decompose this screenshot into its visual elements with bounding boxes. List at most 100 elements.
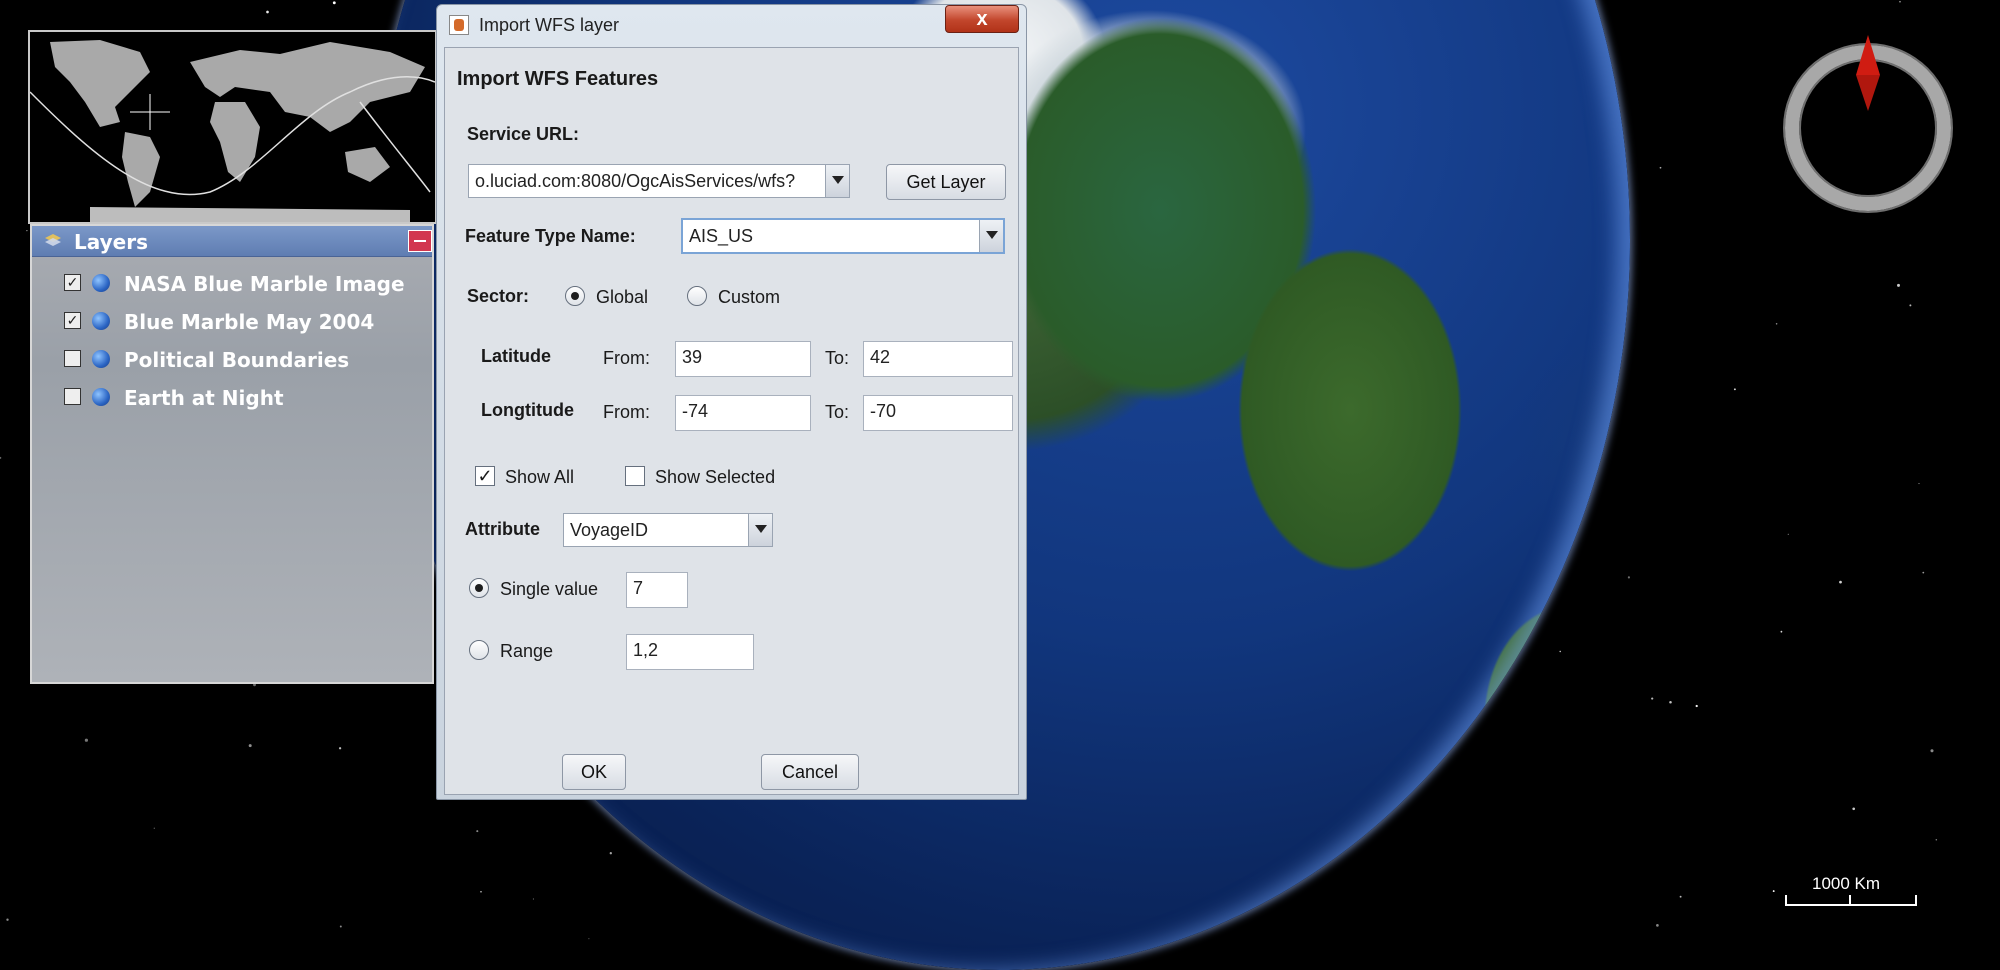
layers-panel: Layers ✓ NASA Blue Marble Image ✓ Blue M… xyxy=(30,224,434,684)
service-url-combo[interactable]: o.luciad.com:8080/OgcAisServices/wfs? xyxy=(468,164,850,198)
star xyxy=(26,229,28,232)
star xyxy=(1733,388,1736,391)
star xyxy=(339,925,342,928)
chevron-down-icon[interactable] xyxy=(748,514,772,546)
service-url-label: Service URL: xyxy=(467,124,580,144)
star xyxy=(480,891,482,893)
layer-item[interactable]: ✓ Blue Marble May 2004 xyxy=(32,306,402,336)
range-radio[interactable] xyxy=(469,640,489,660)
attribute-label: Attribute xyxy=(465,519,540,539)
service-url-value: o.luciad.com:8080/OgcAisServices/wfs? xyxy=(475,171,796,191)
star xyxy=(84,738,88,742)
star xyxy=(1669,701,1672,704)
layer-checkbox[interactable]: ✓ xyxy=(64,274,81,291)
feature-type-label: Feature Type Name: xyxy=(465,226,636,246)
star xyxy=(1775,323,1778,325)
longitude-to-input[interactable]: -70 xyxy=(863,395,1013,431)
longitude-to-label: To: xyxy=(825,402,850,422)
star xyxy=(588,938,590,940)
star xyxy=(1772,890,1775,893)
dialog-titlebar[interactable]: Import WFS layer x xyxy=(437,5,1026,45)
close-button[interactable]: x xyxy=(945,5,1019,33)
star xyxy=(609,852,612,855)
sector-label: Sector: xyxy=(467,286,530,306)
attribute-value: VoyageID xyxy=(570,520,649,540)
latitude-to-input[interactable]: 42 xyxy=(863,341,1013,377)
scale-bar xyxy=(1785,895,1917,906)
range-label: Range xyxy=(500,641,554,661)
layers-icon xyxy=(45,234,61,246)
latitude-label: Latitude xyxy=(481,346,551,366)
star xyxy=(476,830,479,833)
layer-item[interactable]: ✓ NASA Blue Marble Image xyxy=(32,268,405,298)
world-overview-map[interactable] xyxy=(28,30,437,224)
compass-needle-north xyxy=(1856,35,1880,75)
import-wfs-dialog: Import WFS layer x Import WFS Features S… xyxy=(436,4,1027,800)
star xyxy=(1909,304,1912,307)
layer-item-label: Political Boundaries xyxy=(124,348,350,372)
star xyxy=(266,10,269,14)
sector-global-radio[interactable] xyxy=(565,286,585,306)
star xyxy=(1787,533,1789,535)
layer-item-label: Blue Marble May 2004 xyxy=(124,310,375,334)
chevron-down-icon[interactable] xyxy=(825,165,849,197)
sector-global-label: Global xyxy=(596,287,649,307)
layer-checkbox[interactable] xyxy=(64,388,81,405)
java-app-icon xyxy=(449,15,469,35)
get-layer-button[interactable]: Get Layer xyxy=(886,164,1006,200)
show-all-checkbox[interactable]: ✓ xyxy=(475,466,495,486)
single-value-label: Single value xyxy=(500,579,599,599)
ok-button[interactable]: OK xyxy=(562,754,626,790)
cancel-button[interactable]: Cancel xyxy=(761,754,859,790)
latitude-from-input[interactable]: 39 xyxy=(675,341,811,377)
attribute-combo[interactable]: VoyageID xyxy=(563,513,773,547)
dialog-heading: Import WFS Features xyxy=(457,68,659,90)
star xyxy=(1679,895,1682,898)
sector-custom-radio[interactable] xyxy=(687,286,707,306)
single-value-input[interactable]: 7 xyxy=(626,572,688,608)
star xyxy=(1897,283,1900,287)
layers-panel-header[interactable]: Layers xyxy=(32,226,432,257)
star xyxy=(1839,580,1842,584)
show-all-label: Show All xyxy=(505,467,575,487)
star xyxy=(1651,697,1654,700)
longitude-from-input[interactable]: -74 xyxy=(675,395,811,431)
show-selected-checkbox[interactable] xyxy=(625,466,645,486)
feature-type-combo[interactable]: AIS_US xyxy=(681,218,1005,254)
star xyxy=(1695,704,1698,708)
compass-needle-south xyxy=(1856,75,1880,111)
layers-panel-title: Layers xyxy=(74,230,148,254)
star xyxy=(0,456,2,459)
star xyxy=(1899,0,1901,3)
star xyxy=(332,1,336,5)
latitude-from-label: From: xyxy=(603,348,650,368)
globe-icon xyxy=(92,350,110,368)
minimize-icon[interactable] xyxy=(408,230,432,252)
globe-icon xyxy=(92,312,110,330)
star xyxy=(1627,576,1630,579)
star xyxy=(1922,571,1925,574)
globe-icon xyxy=(92,388,110,406)
layer-item[interactable]: Political Boundaries xyxy=(32,344,402,374)
layer-item[interactable]: Earth at Night xyxy=(32,382,402,412)
chevron-down-icon[interactable] xyxy=(979,220,1003,252)
star xyxy=(1930,749,1934,753)
range-input[interactable]: 1,2 xyxy=(626,634,754,670)
star xyxy=(532,898,534,900)
star xyxy=(153,827,155,829)
sector-custom-label: Custom xyxy=(718,287,781,307)
layer-checkbox[interactable]: ✓ xyxy=(64,312,81,329)
star xyxy=(1656,924,1659,927)
single-value-radio[interactable] xyxy=(469,578,489,598)
longitude-from-label: From: xyxy=(603,402,650,422)
layer-item-label: NASA Blue Marble Image xyxy=(124,272,405,296)
dialog-body: Import WFS Features Service URL: o.lucia… xyxy=(444,47,1019,795)
longitude-label: Longtitude xyxy=(481,400,574,420)
globe-icon xyxy=(92,274,110,292)
feature-type-value: AIS_US xyxy=(689,226,754,246)
layer-item-label: Earth at Night xyxy=(124,386,284,410)
layer-checkbox[interactable] xyxy=(64,350,81,367)
star xyxy=(1780,630,1783,633)
star xyxy=(1918,483,1920,485)
show-selected-label: Show Selected xyxy=(655,467,776,487)
